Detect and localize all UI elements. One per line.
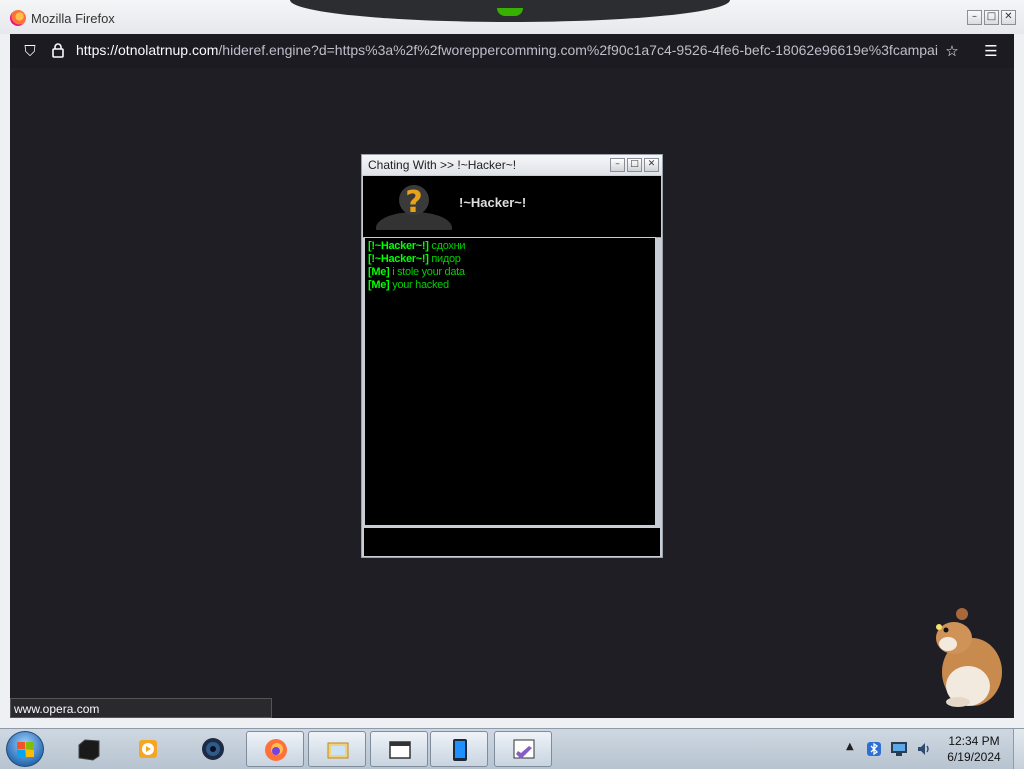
firefox-window: Mozilla Firefox – □ ✕ ⛉ https://otnolatr… [0,0,1024,728]
network-icon[interactable] [890,741,908,757]
title-bar[interactable]: Mozilla Firefox – □ ✕ [0,0,1024,34]
taskbar-media-player-button[interactable] [120,731,178,767]
chat-maximize-button[interactable]: □ [627,158,642,172]
minimize-button[interactable]: – [967,10,982,25]
clock-time: 12:34 PM [948,734,1000,748]
url-host: https://otnolatrnup.com [76,42,219,58]
svg-text:?: ? [405,185,422,220]
menu-icon[interactable]: ☰ [982,42,1000,60]
taskbar-tablet-button[interactable] [430,731,488,767]
message-text: пидор [431,253,461,265]
explorer-icon [327,742,349,759]
chat-title: Chating With >> !~Hacker~! [368,158,517,172]
visual-studio-icon [513,739,535,759]
clock-date: 6/19/2024 [947,750,1001,764]
media-player-icon [139,740,157,758]
message-sender: [!~Hacker~!] [368,253,429,265]
url-field[interactable]: https://otnolatrnup.com/hideref.engine?d… [76,42,938,60]
bluetooth-icon[interactable] [866,741,882,757]
window-title: Mozilla Firefox [31,11,115,26]
chat-message: [Me] your hacked [368,279,652,292]
shield-icon[interactable]: ⛉ [21,42,39,60]
terminal-icon [78,739,100,761]
show-desktop-button[interactable] [1013,729,1024,769]
windows-logo-icon [17,742,34,757]
chat-close-button[interactable]: ✕ [644,158,659,172]
chat-message: [!~Hacker~!] сдохни [368,240,652,253]
status-bar: www.opera.com [10,698,272,718]
taskbar-terminal-button[interactable] [60,731,118,767]
system-tray: ▲ 12:34 PM 6/19/2024 [838,729,1024,769]
volume-icon[interactable] [916,741,932,757]
address-bar[interactable]: ⛉ https://otnolatrnup.com/hideref.engine… [10,34,1014,68]
maximize-button[interactable]: □ [984,10,999,25]
title-decoration [290,0,730,22]
message-text: i stole your data [392,266,465,278]
title-decoration-dot [497,8,523,16]
start-button[interactable] [6,731,44,767]
message-sender: [Me] [368,266,390,278]
chat-minimize-button[interactable]: – [610,158,625,172]
chat-input-field[interactable] [364,528,660,556]
clock[interactable]: 12:34 PM 6/19/2024 [938,733,1010,765]
window-icon [389,741,411,759]
message-text: your hacked [392,279,449,291]
show-hidden-icons-button[interactable]: ▲ [846,741,854,752]
chat-window-controls: – □ ✕ [610,158,659,172]
firefox-logo-icon [10,10,26,26]
close-button[interactable]: ✕ [1001,10,1016,25]
chat-message: [Me] i stole your data [368,266,652,279]
message-sender: [!~Hacker~!] [368,240,429,252]
chat-title-bar[interactable]: Chating With >> !~Hacker~! – □ ✕ [362,155,662,175]
taskbar-wallpaper-button[interactable] [184,731,242,767]
message-log[interactable]: [!~Hacker~!] сдохни [!~Hacker~!] пидор [… [364,237,656,526]
taskbar: ▲ 12:34 PM 6/19/2024 [0,728,1024,769]
chat-message: [!~Hacker~!] пидор [368,253,652,266]
tablet-icon [453,739,467,761]
message-text: сдохни [431,240,466,252]
window-controls: – □ ✕ [967,10,1016,25]
taskbar-visual-studio-button[interactable] [494,731,552,767]
wallpaper-icon [202,738,224,760]
lock-icon[interactable] [49,42,67,60]
taskbar-window-button[interactable] [370,731,428,767]
contact-name: !~Hacker~! [459,195,527,210]
url-path: /hideref.engine?d=https%3a%2f%2fworepper… [218,42,938,58]
firefox-icon [265,739,287,761]
unknown-user-avatar-icon: ? [376,185,452,230]
taskbar-explorer-button[interactable] [308,731,366,767]
taskbar-firefox-button[interactable] [246,731,304,767]
chat-window[interactable]: Chating With >> !~Hacker~! – □ ✕ ? !~Hac… [361,154,663,558]
chat-header: ? !~Hacker~! [363,176,661,238]
message-sender: [Me] [368,279,390,291]
hamster-desktop-pet-icon[interactable] [918,600,1010,710]
page-content: Chating With >> !~Hacker~! – □ ✕ ? !~Hac… [10,68,1014,718]
star-icon[interactable]: ☆ [943,42,961,60]
